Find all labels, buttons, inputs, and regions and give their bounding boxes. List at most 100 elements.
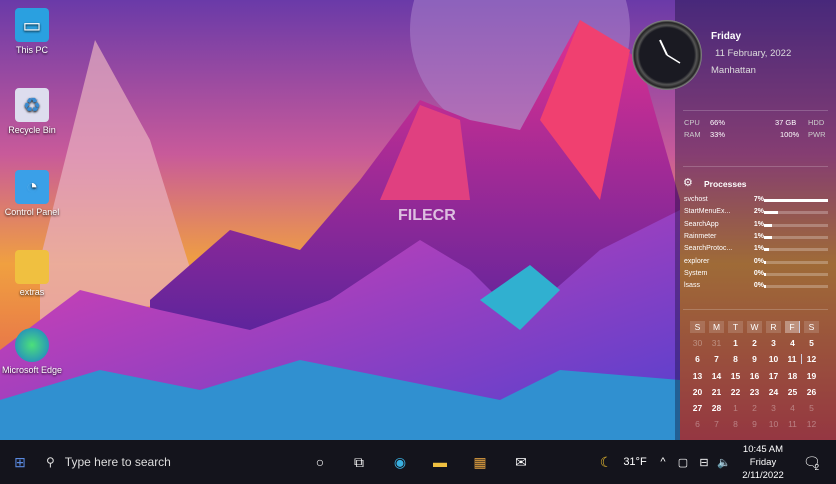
calendar-day[interactable]: 3 [764,338,783,348]
chevron-up-icon[interactable]: ^ [656,440,670,484]
day: Friday [749,456,777,468]
search-box[interactable]: ⚲ Type here to search [38,440,298,484]
date: 2/11/2022 [742,469,784,481]
calendar-day[interactable]: 31 [707,338,726,348]
start-button[interactable]: ⊞ [6,440,34,484]
desktop-icon-control-panel[interactable]: ◔ Control Panel [0,170,64,217]
process-row: SearchProtoc... 1% [684,245,829,257]
calendar-day[interactable]: 10 [764,419,783,429]
calendar-day[interactable]: 18 [783,371,802,381]
cortana-button[interactable]: ○ [308,440,332,484]
clock-button[interactable]: 10:45 AM Friday 2/11/2022 [737,440,789,484]
calendar-day[interactable]: 27 [688,403,707,413]
calendar-day[interactable]: 25 [783,387,802,397]
calendar-day[interactable]: 17 [764,371,783,381]
task-view-button[interactable]: ⧉ [347,440,371,484]
calendar-day[interactable]: 8 [726,419,745,429]
icon-label: Microsoft Edge [1,365,63,375]
icon-label: Control Panel [4,207,60,217]
meet-now-icon[interactable]: ▢ [676,440,690,484]
process-bar [764,235,828,239]
calendar-day[interactable]: 11 [783,354,802,365]
calendar-day[interactable]: 21 [707,387,726,397]
calendar-day[interactable]: 12 [802,419,821,429]
edge-icon [15,328,49,362]
moon-weather-icon[interactable]: ☾ [596,440,616,484]
calendar-day[interactable]: 9 [745,419,764,429]
mail-icon[interactable]: ✉ [508,440,534,484]
process-row: SearchApp 1% [684,221,829,233]
calendar-day[interactable]: 5 [802,338,821,348]
notification-center-button[interactable]: 🗨 2 [798,440,824,484]
file-explorer-icon[interactable]: ▬ [427,440,453,484]
divider [683,166,828,167]
calendar-day[interactable]: 23 [745,387,764,397]
cpu-value: 66% [710,118,726,127]
desktop-icon-recycle-bin[interactable]: ♻ Recycle Bin [0,88,64,135]
calendar-day[interactable]: 5 [802,403,821,413]
desktop-icon-microsoft-edge[interactable]: Microsoft Edge [0,328,64,375]
desktop-icon-this-pc[interactable]: ▭ This PC [0,8,64,55]
desktop-icon-extras[interactable]: extras [0,250,64,297]
calendar-day[interactable]: 16 [745,371,764,381]
process-value: 1% [753,220,764,228]
notification-count: 2 [814,462,820,472]
hdd-label: HDD [808,118,825,127]
control-panel-icon: ◔ [15,170,49,204]
calendar-day[interactable]: 1 [726,403,745,413]
calendar-day[interactable]: 6 [688,354,707,364]
calendar-weekday: S [804,321,819,334]
weather-temp[interactable]: 31°F [620,440,650,484]
calendar-day[interactable]: 1 [726,338,745,348]
process-value: 7% [753,196,764,203]
calendar-day[interactable]: 6 [688,419,707,429]
divider [683,110,828,111]
process-bar [764,199,828,202]
calendar-day[interactable]: 22 [726,387,745,397]
calendar-day[interactable]: 11 [783,419,802,429]
process-name: explorer [684,257,710,265]
process-name: StartMenuEx... [684,208,731,216]
volume-icon[interactable]: 🔈 [716,440,732,484]
calendar-day[interactable]: 3 [764,403,783,413]
edge-taskbar-icon[interactable]: ◉ [387,440,413,484]
hdd-value: 37 GB [775,118,797,127]
widget-date: 11 February, 2022 [715,48,792,59]
calendar-day[interactable]: 19 [802,371,821,381]
search-placeholder: Type here to search [64,455,171,469]
process-name: svchost [684,196,708,203]
watermark: FILECR [398,207,456,224]
calendar-day[interactable]: 15 [726,371,745,381]
analog-clock [632,20,702,90]
pwr-label: PWR [808,130,826,139]
calendar-day[interactable]: 2 [745,338,764,348]
process-bar [764,211,828,215]
calendar-day[interactable]: 9 [745,354,764,364]
process-value: 0% [753,257,764,265]
calendar-day[interactable]: 7 [707,419,726,429]
calendar-day[interactable]: 4 [783,338,802,348]
calendar-day[interactable]: 10 [764,354,783,364]
calendar-day[interactable]: 28 [707,403,726,413]
calendar-weekday: R [766,321,781,334]
calendar-day[interactable]: 2 [745,403,764,413]
calendar-day[interactable]: 13 [688,371,707,381]
process-row: lsass 0% [684,282,829,294]
process-name: SearchApp [684,220,719,228]
network-icon[interactable]: ⊟ [696,440,712,484]
calendar-day[interactable]: 26 [802,387,821,397]
calendar-day[interactable]: 20 [688,387,707,397]
calendar-day[interactable]: 4 [783,403,802,413]
calendar-day[interactable]: 14 [707,371,726,381]
divider [683,309,828,310]
process-value: 0% [753,282,764,290]
calendar-day[interactable]: 30 [688,338,707,348]
calendar-day[interactable]: 24 [764,387,783,397]
process-row: Rainmeter 1% [684,233,829,245]
calendar-day[interactable]: 12 [802,354,821,364]
gear-icon: ⚙ [683,177,693,189]
process-row: System 0% [684,270,829,282]
store-icon[interactable]: ▦ [467,440,493,484]
calendar-day[interactable]: 8 [726,354,745,364]
calendar-day[interactable]: 7 [707,354,726,364]
